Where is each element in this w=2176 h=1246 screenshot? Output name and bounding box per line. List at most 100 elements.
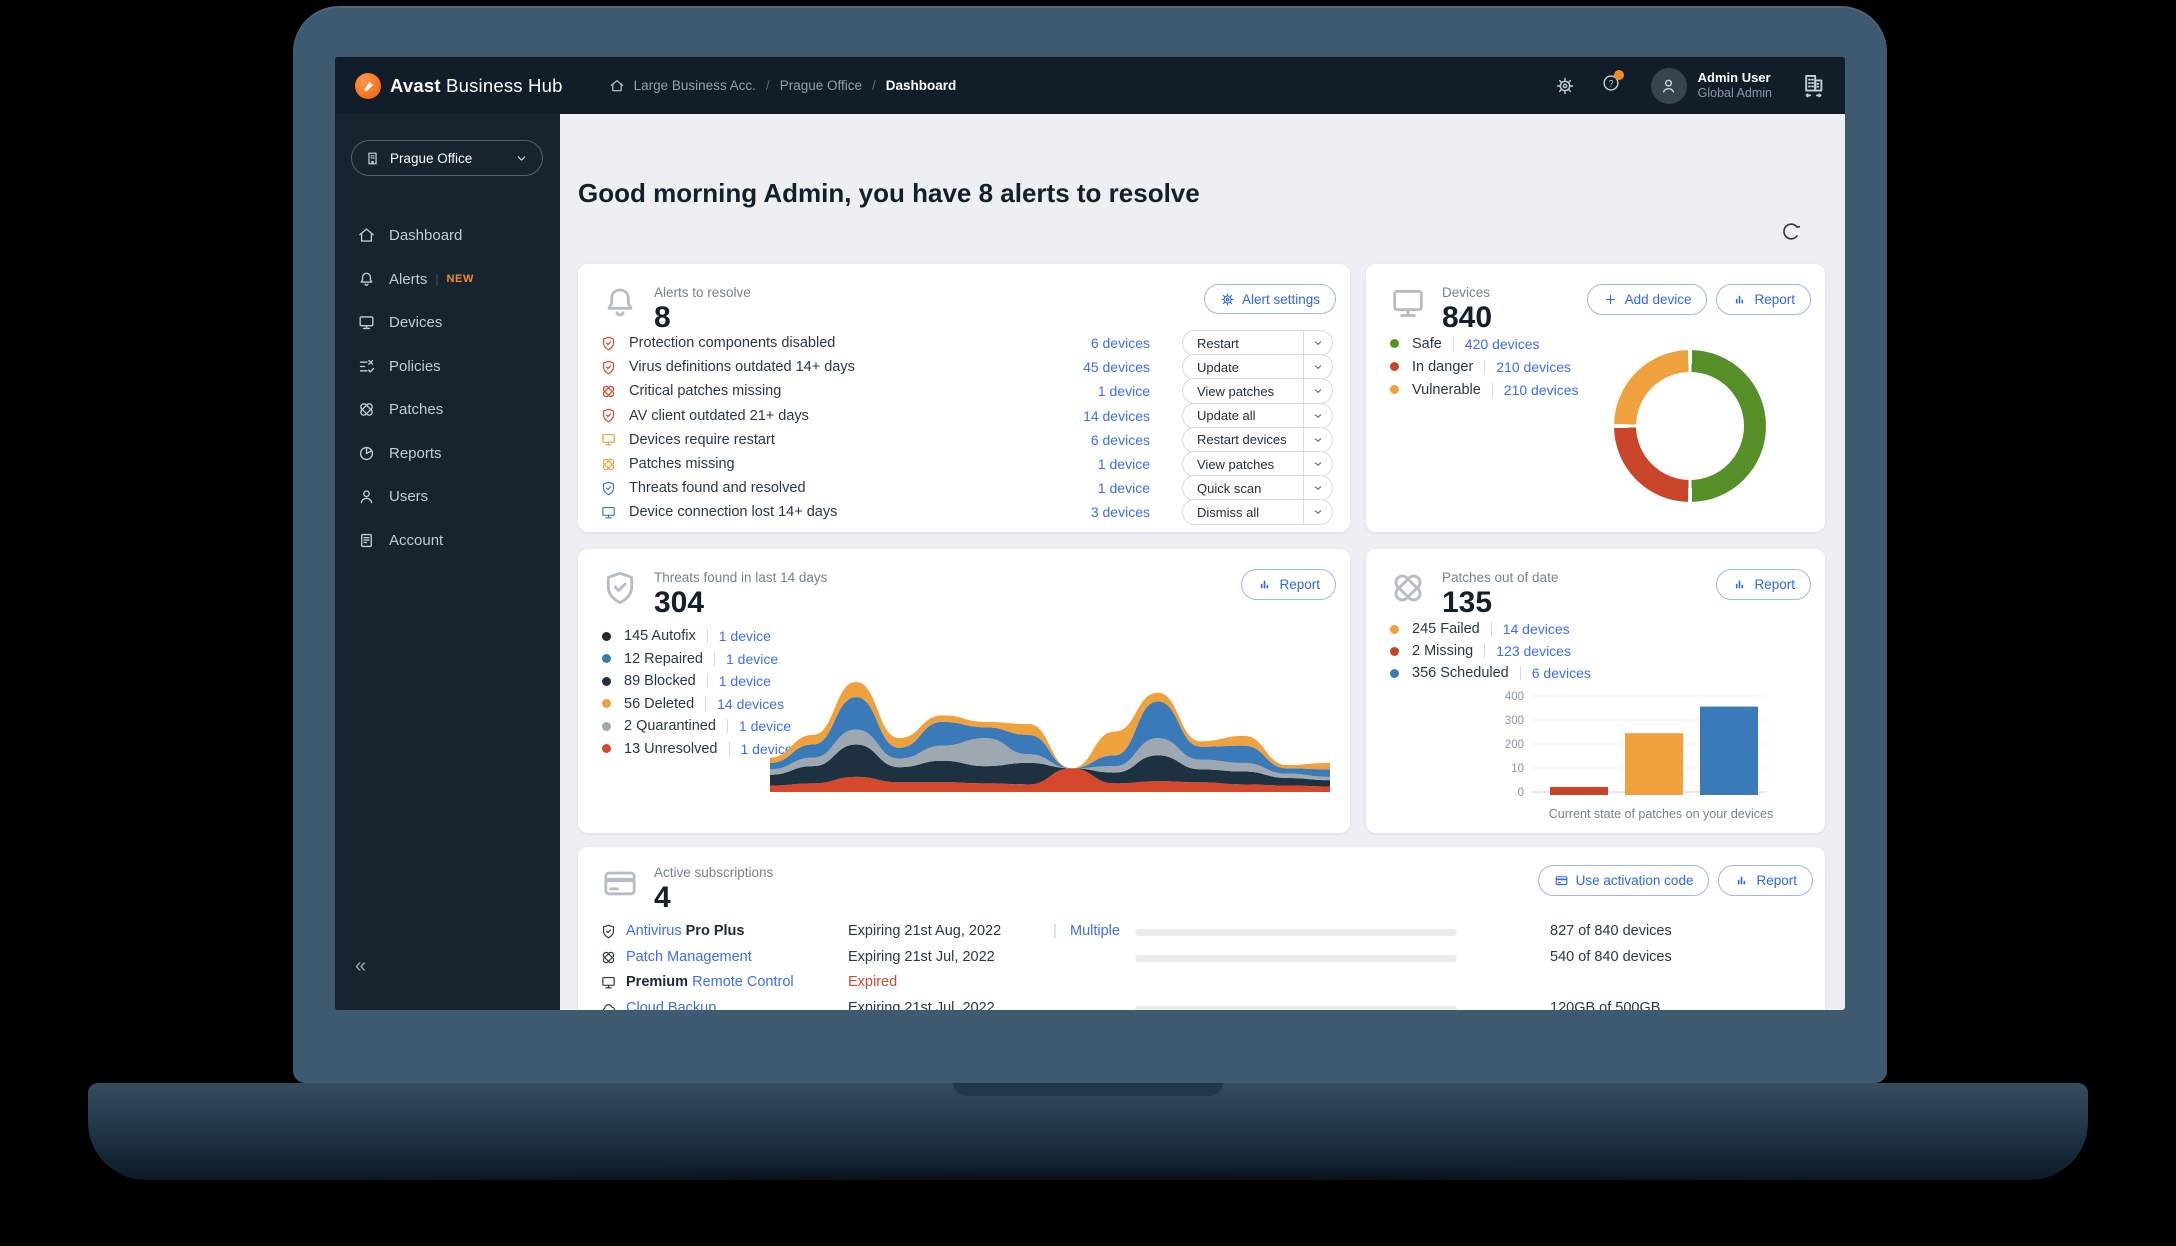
- alert-devices-link[interactable]: 6 devices: [1030, 335, 1150, 351]
- dropdown-chevron[interactable]: [1303, 355, 1332, 380]
- alert-action-dropdown[interactable]: Restart devices: [1182, 426, 1333, 453]
- alert-action-dropdown[interactable]: Quick scan: [1182, 475, 1333, 502]
- alert-action-dropdown[interactable]: Dismiss all: [1182, 499, 1333, 526]
- dropdown-chevron[interactable]: [1303, 500, 1332, 525]
- sidebar-item-label: Users: [389, 488, 429, 506]
- alert-action-dropdown[interactable]: View patches: [1182, 378, 1333, 405]
- legend-devices-link[interactable]: 14 devices: [1503, 621, 1570, 637]
- subscription-name[interactable]: Cloud Backup: [626, 996, 716, 1010]
- alert-devices-link[interactable]: 45 devices: [1030, 359, 1150, 375]
- subscription-row: Premium Remote Control Expired: [578, 970, 1825, 996]
- threats-legend: 145 Autofix 1 device 12 Repaired 1 devic…: [578, 625, 793, 760]
- alert-action-dropdown[interactable]: Update: [1182, 354, 1333, 381]
- breadcrumb-separator: /: [872, 78, 876, 93]
- dropdown-chevron[interactable]: [1303, 476, 1332, 501]
- legend-devices-link[interactable]: 1 device: [719, 673, 771, 689]
- sidebar-item[interactable]: Account: [335, 519, 545, 563]
- donut-hole: [1636, 372, 1744, 480]
- subscription-name[interactable]: Antivirus Pro Plus: [626, 919, 744, 945]
- dropdown-chevron[interactable]: [1303, 403, 1332, 428]
- laptop-base: [88, 1083, 2088, 1214]
- sidebar-item-label: Devices: [389, 314, 443, 332]
- legend-devices-link[interactable]: 210 devices: [1496, 359, 1571, 375]
- legend-devices-link[interactable]: 123 devices: [1496, 643, 1571, 659]
- chevron-down-icon: [1311, 336, 1325, 350]
- sidebar-item-label: Reports: [389, 444, 442, 462]
- chevron-down-icon: [1311, 384, 1325, 398]
- alert-row: Patches missing 1 device View patches: [578, 451, 1350, 478]
- home-icon[interactable]: [609, 78, 625, 94]
- site-selector[interactable]: Prague Office: [351, 140, 543, 176]
- alert-devices-link[interactable]: 6 devices: [1030, 432, 1150, 448]
- subscription-list: Antivirus Pro Plus Expiring 21st Aug, 20…: [578, 919, 1825, 1010]
- sidebar-item[interactable]: Dashboard: [335, 214, 545, 258]
- alert-action-dropdown[interactable]: View patches: [1182, 451, 1333, 478]
- legend-divider: [1484, 359, 1486, 374]
- legend-divider: [705, 696, 707, 711]
- multiple-link[interactable]: Multiple: [1070, 919, 1120, 945]
- alert-row: Devices require restart 6 devices Restar…: [578, 426, 1350, 453]
- breadcrumb-item[interactable]: Large Business Acc.: [634, 78, 756, 93]
- sidebar-item[interactable]: Devices: [335, 301, 545, 345]
- patches-report-button[interactable]: Report: [1716, 569, 1811, 600]
- avast-logo[interactable]: Avast Business Hub: [355, 72, 563, 99]
- legend-dot: [1390, 646, 1399, 656]
- use-activation-code-button[interactable]: Use activation code: [1537, 865, 1710, 896]
- alert-devices-link[interactable]: 3 devices: [1030, 504, 1150, 520]
- breadcrumb-separator: /: [765, 78, 770, 93]
- legend-devices-link[interactable]: 420 devices: [1465, 336, 1540, 352]
- user-info[interactable]: Admin User Global Admin: [1698, 70, 1772, 100]
- devices-count: 840: [1442, 301, 1493, 334]
- alerts-card: Alerts to resolve 8 Alert settings Prote…: [578, 264, 1350, 532]
- legend-row: 56 Deleted 14 devices: [578, 693, 793, 716]
- alert-action-dropdown[interactable]: Restart: [1182, 330, 1333, 357]
- dropdown-chevron[interactable]: [1303, 331, 1332, 356]
- sidebar-item-icon: [357, 531, 376, 550]
- alert-action-dropdown[interactable]: Update all: [1182, 402, 1333, 429]
- subscription-name[interactable]: Premium Remote Control: [626, 970, 794, 996]
- card-icon: [1554, 873, 1569, 888]
- sidebar-item[interactable]: Patches: [335, 388, 545, 432]
- devices-report-button[interactable]: Report: [1716, 284, 1811, 315]
- alert-settings-button[interactable]: Alert settings: [1203, 284, 1336, 314]
- dropdown-chevron[interactable]: [1303, 379, 1332, 404]
- usage-text: 540 of 840 devices: [1550, 948, 1672, 965]
- alert-status-icon: [600, 480, 617, 497]
- subscriptions-card: Active subscriptions 4 Use activation co…: [578, 847, 1825, 1010]
- dropdown-chevron[interactable]: [1303, 452, 1332, 477]
- subscription-name[interactable]: Patch Management: [626, 945, 752, 971]
- alert-label: Devices require restart: [629, 431, 775, 448]
- subscriptions-report-button[interactable]: Report: [1718, 865, 1813, 896]
- help-button[interactable]: ?: [1601, 70, 1624, 98]
- sidebar-item[interactable]: Reports: [335, 432, 545, 476]
- sidebar-item[interactable]: Alerts | NEW: [335, 258, 545, 302]
- alert-devices-link[interactable]: 1 device: [1030, 456, 1150, 472]
- shield-icon: [600, 568, 640, 608]
- add-device-button[interactable]: Add device: [1586, 284, 1708, 315]
- legend-devices-link[interactable]: 210 devices: [1504, 382, 1579, 398]
- devices-legend: Safe 420 devices In danger 210 devices V…: [1366, 332, 1579, 401]
- alert-devices-link[interactable]: 14 devices: [1030, 408, 1150, 424]
- avatar[interactable]: [1650, 67, 1687, 104]
- alert-devices-link[interactable]: 1 device: [1030, 383, 1150, 399]
- alert-action-label: View patches: [1197, 383, 1275, 399]
- refresh-icon[interactable]: [1780, 220, 1803, 243]
- breadcrumb-item[interactable]: Dashboard: [886, 78, 957, 93]
- svg-text:300: 300: [1505, 715, 1524, 727]
- company-switcher-icon[interactable]: [1800, 72, 1827, 99]
- threats-report-button[interactable]: Report: [1241, 569, 1336, 600]
- sidebar-item[interactable]: Policies: [335, 345, 545, 389]
- dropdown-chevron[interactable]: [1303, 427, 1332, 452]
- collapse-sidebar-icon[interactable]: «: [355, 955, 366, 978]
- alert-devices-link[interactable]: 1 device: [1030, 480, 1150, 496]
- topbar-actions: ? Admin User Global Admin: [1555, 67, 1827, 104]
- breadcrumb-item[interactable]: Prague Office: [780, 78, 862, 93]
- legend-divider: [1490, 622, 1492, 636]
- sidebar-item[interactable]: Users: [335, 475, 545, 519]
- alert-row: AV client outdated 21+ days 14 devices U…: [578, 402, 1350, 429]
- legend-devices-link[interactable]: 1 device: [719, 628, 771, 644]
- legend-devices-link[interactable]: 1 device: [726, 651, 778, 667]
- alert-status-icon: [600, 407, 617, 424]
- settings-gear-icon[interactable]: [1555, 76, 1575, 96]
- alert-row: Virus definitions outdated 14+ days 45 d…: [578, 354, 1350, 381]
